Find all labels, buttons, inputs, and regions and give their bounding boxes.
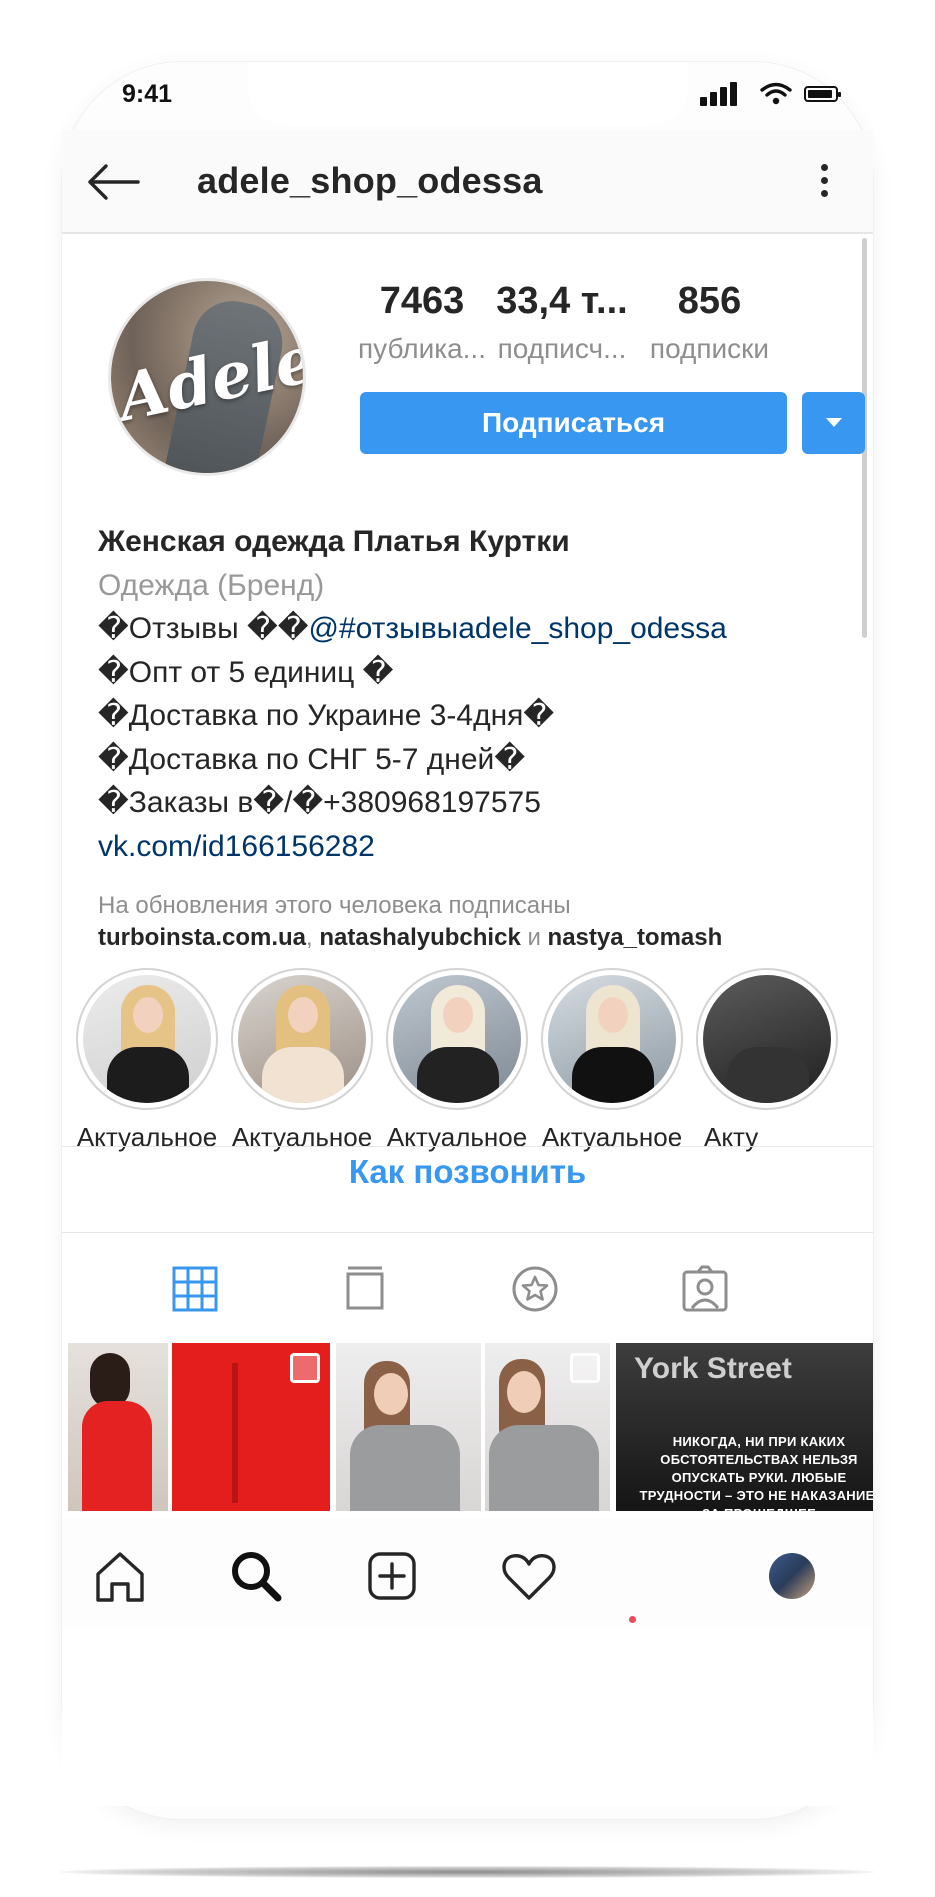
bio-category: Одежда (Бренд) — [98, 568, 325, 602]
battery-icon — [804, 86, 841, 102]
phone-shadow — [60, 1866, 875, 1878]
stat-following[interactable]: 856 подписки — [637, 280, 782, 365]
bio-line: �Доставка по Украине 3-4дня� — [98, 699, 555, 732]
highlight-item[interactable]: Актуальное — [372, 968, 542, 1153]
post-thumbnail[interactable]: York Street НИКОГДА, НИ ПРИ КАКИХ ОБСТОЯ… — [616, 1343, 873, 1511]
followed-by-account[interactable]: natashalyubchick — [319, 924, 520, 951]
divider — [62, 1146, 873, 1147]
suggestions-dropdown-button[interactable] — [802, 392, 865, 454]
profile-username: adele_shop_odessa — [197, 160, 543, 201]
bio-line: �Доставка по СНГ 5-7 дней� — [98, 742, 526, 776]
post-quote-text: НИКОГДА, НИ ПРИ КАКИХ ОБСТОЯТЕЛЬСТВАХ НЕ… — [639, 1434, 873, 1511]
phone-notch — [248, 62, 688, 126]
followed-by-account[interactable]: nastya_tomash — [548, 924, 723, 951]
highlight-label: Акту — [704, 1122, 759, 1152]
home-icon[interactable] — [90, 1546, 150, 1606]
bio-line: �Опт от 5 единиц � — [98, 655, 394, 689]
activity-notification-dot — [629, 1616, 636, 1623]
guides-star-icon[interactable] — [500, 1254, 570, 1324]
profile-stats: 7463 публика... 33,4 т... подписч... 856… — [352, 280, 867, 390]
stat-posts-label: публика... — [357, 333, 486, 364]
highlight-item[interactable]: Актуальное — [62, 968, 232, 1153]
post-thumbnail[interactable] — [172, 1343, 330, 1511]
search-icon[interactable] — [226, 1546, 286, 1606]
followed-by-separator: и — [520, 924, 548, 951]
status-icons — [700, 82, 841, 106]
stat-posts[interactable]: 7463 публика... — [352, 280, 492, 365]
stat-following-value: 856 — [677, 280, 742, 322]
highlight-label: Актуальное — [386, 1122, 528, 1152]
highlight-label: Актуальное — [541, 1122, 683, 1152]
story-highlights: Актуальное Актуальное Актуальное Актуаль… — [62, 968, 873, 1152]
stat-following-label: подписки — [649, 333, 770, 364]
bottom-navigation — [62, 1518, 873, 1628]
posts-grid: York Street НИКОГДА, НИ ПРИ КАКИХ ОБСТОЯ… — [62, 1343, 873, 1511]
bio-line: �Отзывы ��@#отзывыadele_shop_odessa — [98, 612, 727, 645]
highlight-item[interactable]: Актуальное — [527, 968, 697, 1153]
back-arrow-icon[interactable] — [84, 160, 142, 204]
more-vertical-icon[interactable] — [814, 158, 834, 206]
followed-by-intro: На обновления этого человека подписаны — [98, 892, 571, 919]
post-thumbnail[interactable] — [336, 1343, 481, 1511]
highlight-item[interactable]: Акту — [682, 968, 852, 1153]
bio-line: �Заказы в�/�+380968197575 — [98, 786, 541, 819]
profile-avatar-tab[interactable] — [769, 1553, 815, 1599]
screen: adele_shop_odessa Adele 7463 публика... … — [62, 130, 873, 1806]
feed-icon[interactable] — [330, 1254, 400, 1324]
tagged-icon[interactable] — [670, 1254, 740, 1324]
new-post-icon[interactable] — [362, 1546, 422, 1606]
stat-posts-value: 7463 — [379, 280, 465, 322]
activity-heart-icon[interactable] — [499, 1546, 559, 1606]
highlight-item[interactable]: Актуальное — [217, 968, 387, 1153]
post-sign-text: York Street — [634, 1352, 792, 1385]
follow-button[interactable]: Подписаться — [360, 392, 787, 454]
divider — [62, 1232, 873, 1233]
wifi-icon — [760, 82, 792, 105]
multi-image-icon — [290, 1353, 320, 1383]
stat-followers[interactable]: 33,4 т... подписч... — [492, 280, 632, 365]
profile-tabs — [62, 1254, 873, 1344]
profile-avatar[interactable]: Adele — [108, 278, 306, 476]
highlight-label: Актуальное — [76, 1122, 218, 1152]
profile-bio: Женская одежда Платья Куртки Одежда (Бре… — [98, 520, 858, 868]
profile-header: adele_shop_odessa — [62, 130, 873, 234]
bio-hashtag-link[interactable]: @#отзывыadele_shop_odessa — [309, 612, 727, 645]
bio-name: Женская одежда Платья Куртки — [98, 525, 570, 558]
followed-by-separator: , — [306, 924, 320, 951]
cellular-signal-icon — [700, 82, 744, 106]
followed-by: На обновления этого человека подписаны t… — [98, 890, 858, 954]
post-thumbnail[interactable] — [68, 1343, 168, 1511]
followed-by-account[interactable]: turboinsta.com.ua — [98, 924, 306, 951]
status-time: 9:41 — [122, 80, 173, 108]
stat-followers-value: 33,4 т... — [496, 280, 628, 322]
call-button[interactable]: Как позвонить — [62, 1153, 873, 1191]
stat-followers-label: подписч... — [497, 333, 627, 364]
grid-icon[interactable] — [160, 1254, 230, 1324]
bio-website-link[interactable]: vk.com/id166156282 — [98, 825, 858, 869]
post-thumbnail[interactable] — [485, 1343, 610, 1511]
highlight-label: Актуальное — [231, 1122, 373, 1152]
multi-image-icon — [570, 1353, 600, 1383]
